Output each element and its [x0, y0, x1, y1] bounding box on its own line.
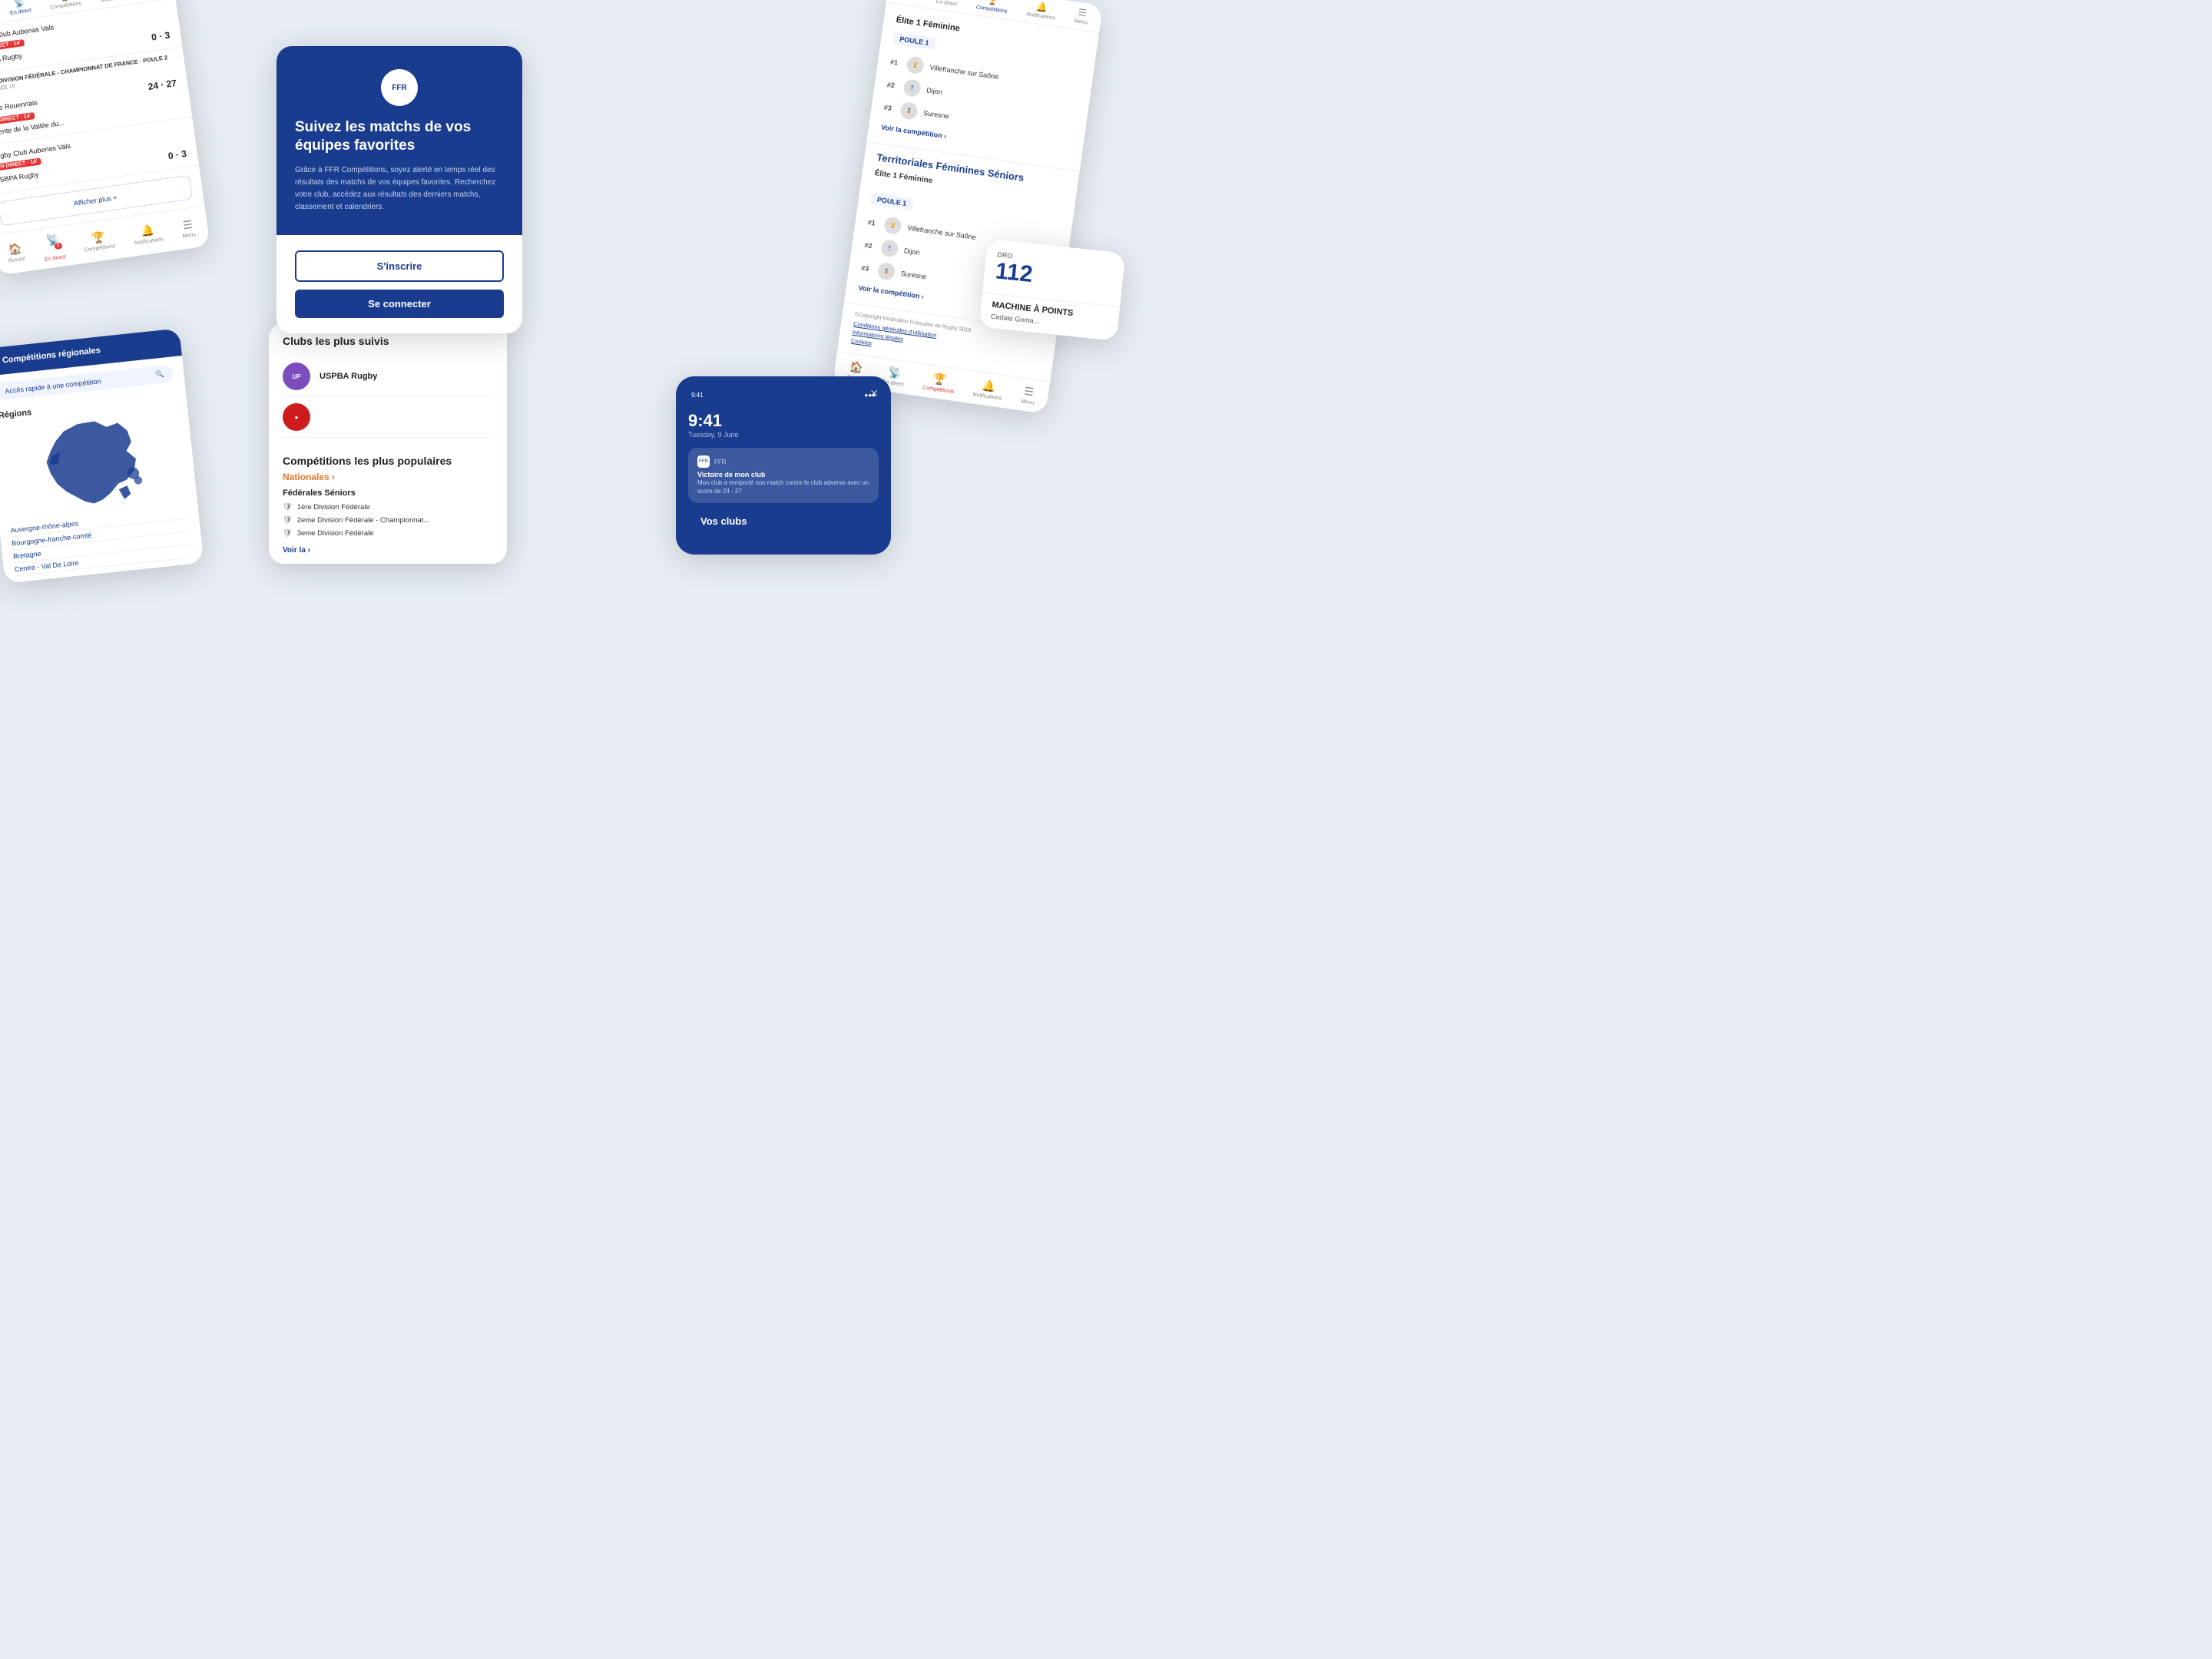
notif-app-icon: FFR: [697, 455, 710, 468]
club-row-2[interactable]: ●: [283, 397, 493, 438]
notif-body: Mon club a remporté son match contre le …: [697, 478, 869, 495]
notif-app-name: FFR: [714, 459, 727, 465]
competitions-section: Compétitions les plus populaires Nationa…: [269, 445, 507, 564]
clubs-title: Clubs les plus suivis: [283, 335, 493, 347]
onboard-title: Suivez les matchs de vos équipes favorit…: [295, 118, 504, 155]
register-button[interactable]: S'inscrire: [295, 250, 504, 282]
shield-icon-2: 🛡: [283, 516, 293, 525]
card-competitions-popular: Clubs les plus suivis UP USPBA Rugby ● C…: [269, 323, 507, 564]
card-regional-competitions: ‹ Compétitions régionales Accès rapide à…: [0, 328, 204, 583]
club-row-1[interactable]: UP USPBA Rugby: [283, 356, 493, 397]
cl-nav-comp[interactable]: 🏆 Compétitions: [975, 0, 1009, 15]
search-icon-regional: 🔍: [155, 370, 164, 379]
cl-nav-notif[interactable]: 🔔 Notifications: [1026, 0, 1058, 22]
login-button[interactable]: Se connecter: [295, 290, 504, 318]
menu-icon-cl-bottom: ☰: [1023, 385, 1035, 399]
club-logo-2: ●: [283, 403, 310, 431]
comp-item-2[interactable]: 🛡 2eme Division Fédérale - Championnat..…: [283, 514, 493, 527]
nationales-link[interactable]: Nationales ›: [283, 472, 493, 482]
close-icon[interactable]: ✕: [869, 387, 879, 400]
shield-icon-3: 🛡: [283, 529, 293, 538]
trophy-icon-cl: 🏆: [986, 0, 999, 6]
rank-logo-3: 🥉: [899, 101, 919, 121]
card-stats: DRO 112 MACHINE À POINTS Cedate Goma...: [979, 239, 1125, 341]
rank-logo-5: 🥈: [880, 239, 899, 258]
france-map-svg: [23, 410, 163, 515]
rank-logo-6: 🥉: [877, 262, 896, 281]
clubs-section: Clubs les plus suivis UP USPBA Rugby ●: [269, 323, 507, 445]
bell-icon-bottom: 🔔: [140, 224, 155, 238]
phone-status-bar: 9:41 ●●●: [688, 392, 879, 399]
phone-time: 9:41: [688, 411, 879, 431]
bell-icon-cl-bottom: 🔔: [982, 379, 997, 393]
rank-logo-1: 🏆: [906, 55, 925, 75]
club-name-1: USPBA Rugby: [320, 372, 377, 381]
cl-nav-accueil[interactable]: 🏠 Accueil: [899, 0, 919, 2]
notif-title: Victoire de mon club: [697, 471, 869, 478]
nav-notif-bottom[interactable]: 🔔 Notifications: [132, 222, 164, 246]
shield-icon-1: 🛡: [283, 503, 293, 512]
hamburger-icon-bottom: ☰: [182, 218, 194, 233]
cl-bottom-menu[interactable]: ☰ Menu: [1021, 384, 1037, 406]
rank-logo-2: 🥈: [902, 78, 922, 98]
nav-competitions-top[interactable]: 🏆 Compétitions: [48, 0, 82, 11]
onboard-description: Grâce à FFR Compétitions, soyez alerté e…: [295, 164, 504, 214]
trophy-icon-bottom: 🏆: [91, 230, 106, 245]
rank-logo-4: 🏆: [883, 216, 902, 235]
nav-accueil-bottom[interactable]: 🏠 Accueil: [5, 242, 25, 264]
voir-la-link[interactable]: Voir la ›: [283, 546, 493, 555]
ffr-logo: FFR: [295, 69, 504, 106]
nav-en-direct[interactable]: 📡 En direct: [8, 0, 32, 16]
nav-menu-bottom[interactable]: ☰ Menu: [180, 217, 197, 239]
home-icon-cl-bottom: 🏠: [849, 360, 864, 375]
cl-bottom-comp[interactable]: 🏆 Compétitions: [922, 370, 956, 394]
federales-title: Fédérales Séniors: [283, 488, 493, 498]
card-onboarding: FFR Suivez les matchs de vos équipes fav…: [276, 46, 522, 333]
phone-blue-content: Vos clubs: [688, 503, 879, 539]
poule-badge: POULE 1: [892, 32, 935, 50]
ffr-emblem: FFR: [381, 69, 418, 106]
nav-notifications-top[interactable]: 🔔 Notifications: [98, 0, 130, 4]
nav-endirect-bottom[interactable]: 📡 8 En direct: [41, 232, 66, 262]
phone-date: Tuesday, 9 June: [688, 431, 879, 439]
live-icon: 📡: [13, 0, 26, 8]
card-classement: 🏠 Accueil 📡 En direct 🏆 Compétitions 🔔 N…: [833, 0, 1103, 414]
competitions-main-title: Compétitions les plus populaires: [283, 455, 493, 467]
notification-card: FFR FFR Victoire de mon club Mon club a …: [688, 448, 879, 503]
trophy-icon-cl-bottom: 🏆: [932, 372, 948, 386]
card-phone-notification: 9:41 ●●● 9:41 Tuesday, 9 June FFR FFR Vi…: [676, 376, 891, 555]
home-icon-bottom: 🏠: [8, 242, 23, 257]
club-logo-1: UP: [283, 363, 310, 390]
cl-nav-direct[interactable]: 📡 En direct: [935, 0, 959, 8]
cl-bottom-notif[interactable]: 🔔 Notifications: [972, 378, 1004, 402]
menu-icon-cl: ☰: [1078, 7, 1088, 18]
nav-competitions-bottom[interactable]: 🏆 Compétitions: [82, 229, 116, 253]
card-live-matches: 🏠 Accueil 📡 En direct 🏆 Compétitions 🔔 N…: [0, 0, 210, 276]
onboard-actions: S'inscrire Se connecter: [276, 235, 522, 333]
onboard-header: FFR Suivez les matchs de vos équipes fav…: [276, 46, 522, 235]
bell-icon-cl: 🔔: [1035, 1, 1048, 13]
comp-item-3[interactable]: 🛡 3eme Division Fédérale: [283, 527, 493, 540]
region-list: Auvergne-rhône-alpes Bourgogne-franche-c…: [0, 505, 204, 584]
comp-item-1[interactable]: 🛡 1ère Division Fédérale: [283, 501, 493, 514]
notif-header: FFR FFR: [697, 455, 869, 468]
poule-badge-2: POULE 1: [870, 193, 913, 210]
phone-clubs-title: Vos clubs: [700, 515, 866, 527]
phone-mockup: 9:41 ●●● 9:41 Tuesday, 9 June FFR FFR Vi…: [676, 376, 891, 555]
cl-nav-menu[interactable]: ☰ Menu: [1074, 6, 1090, 25]
live-icon-cl-bottom: 📡: [887, 366, 902, 380]
